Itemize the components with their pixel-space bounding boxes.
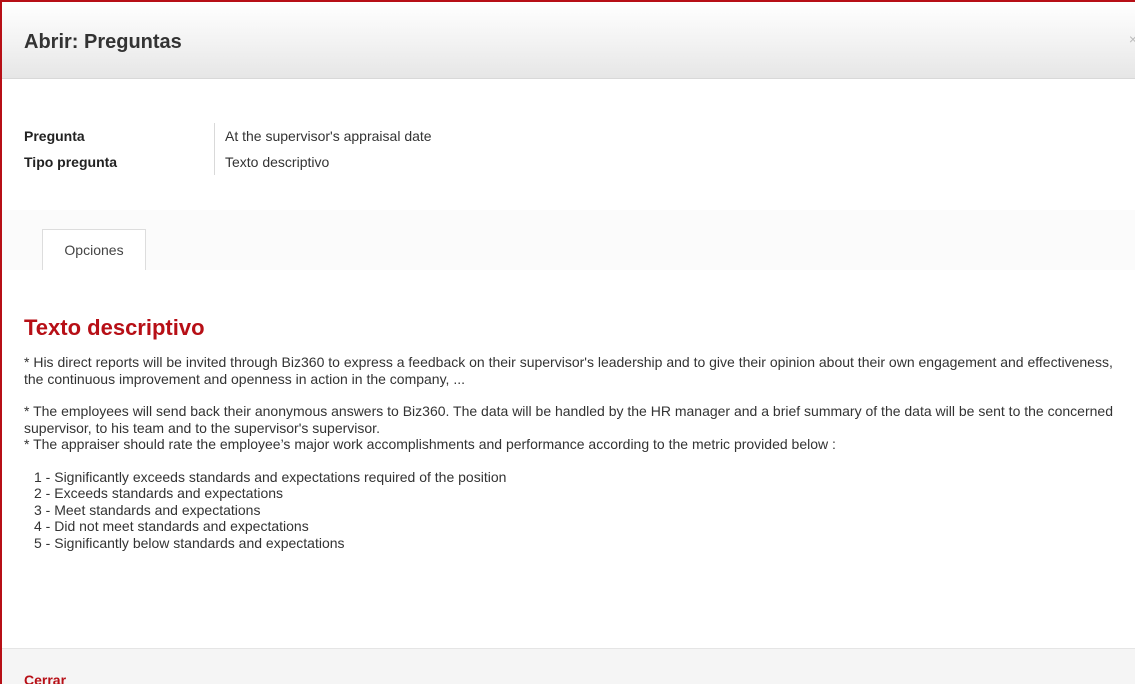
rating-scale-list: 1 - Significantly exceeds standards and … bbox=[24, 469, 1134, 552]
question-details: Pregunta At the supervisor's appraisal d… bbox=[24, 123, 432, 175]
rating-scale-item: 2 - Exceeds standards and expectations bbox=[34, 485, 284, 501]
question-type-label: Tipo pregunta bbox=[24, 154, 118, 170]
close-icon[interactable]: × bbox=[1129, 32, 1135, 46]
rating-scale-item: 4 - Did not meet standards and expectati… bbox=[34, 518, 309, 534]
content-heading: Texto descriptivo bbox=[24, 315, 205, 340]
description-paragraph: * The appraiser should rate the employee… bbox=[24, 436, 836, 452]
detail-row-type: Tipo pregunta Texto descriptivo bbox=[24, 149, 432, 175]
close-button[interactable]: Cerrar bbox=[24, 672, 66, 684]
description-paragraph: * His direct reports will be invited thr… bbox=[24, 354, 1113, 387]
dialog-title: Abrir: Preguntas bbox=[24, 31, 182, 53]
detail-row-question: Pregunta At the supervisor's appraisal d… bbox=[24, 123, 432, 149]
rating-scale-item: 1 - Significantly exceeds standards and … bbox=[34, 468, 507, 485]
tabs-bar: Opciones bbox=[2, 210, 1135, 270]
tab-opciones[interactable]: Opciones bbox=[42, 229, 146, 270]
rating-scale-item: 5 - Significantly below standards and ex… bbox=[34, 534, 345, 551]
dialog-footer: Cerrar bbox=[2, 648, 1135, 684]
question-type-value: Texto descriptivo bbox=[214, 149, 329, 175]
dialog-header: Abrir: Preguntas × bbox=[2, 2, 1135, 79]
question-value: At the supervisor's appraisal date bbox=[214, 123, 432, 149]
tab-content: Texto descriptivo * His direct reports w… bbox=[24, 314, 1134, 551]
rating-scale-item: 3 - Meet standards and expectations bbox=[34, 501, 261, 518]
description-paragraph: * The employees will send back their ano… bbox=[24, 403, 1113, 436]
question-label: Pregunta bbox=[24, 128, 85, 144]
open-question-dialog: Abrir: Preguntas × Pregunta At the super… bbox=[0, 0, 1135, 684]
